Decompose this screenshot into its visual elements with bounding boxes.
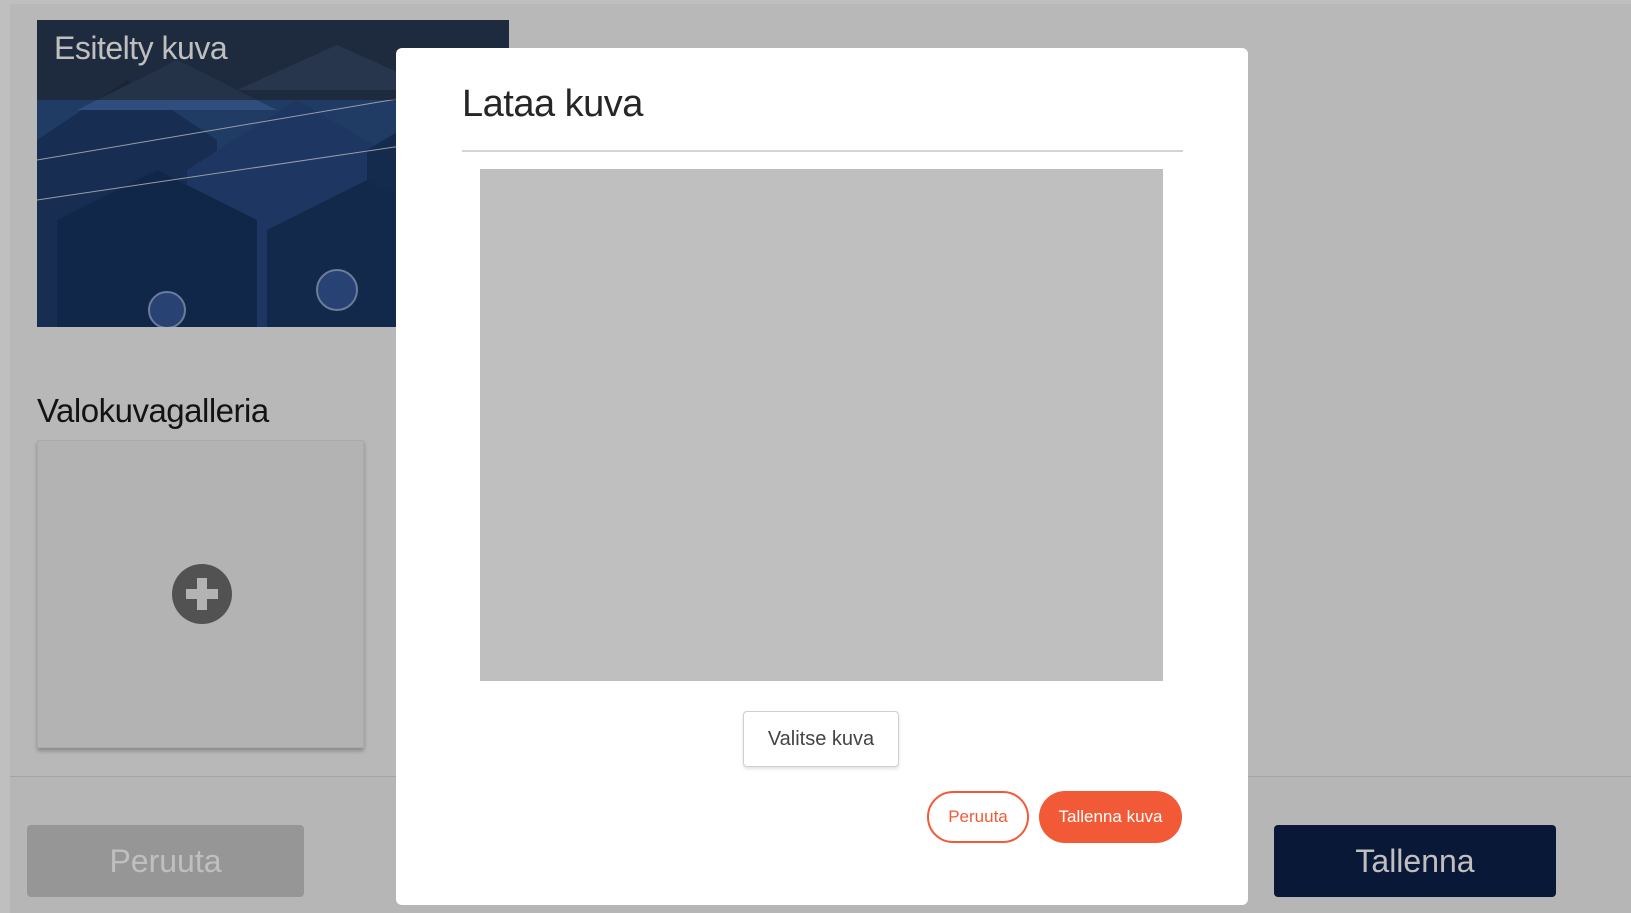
upload-image-modal: Lataa kuva Valitse kuva Peruuta Tallenna… <box>396 48 1248 905</box>
choose-image-button[interactable]: Valitse kuva <box>743 711 899 767</box>
modal-title: Lataa kuva <box>462 83 643 125</box>
image-preview-area <box>480 169 1163 681</box>
modal-cancel-button[interactable]: Peruuta <box>927 791 1029 843</box>
save-image-button[interactable]: Tallenna kuva <box>1039 791 1182 843</box>
modal-divider <box>462 150 1183 152</box>
